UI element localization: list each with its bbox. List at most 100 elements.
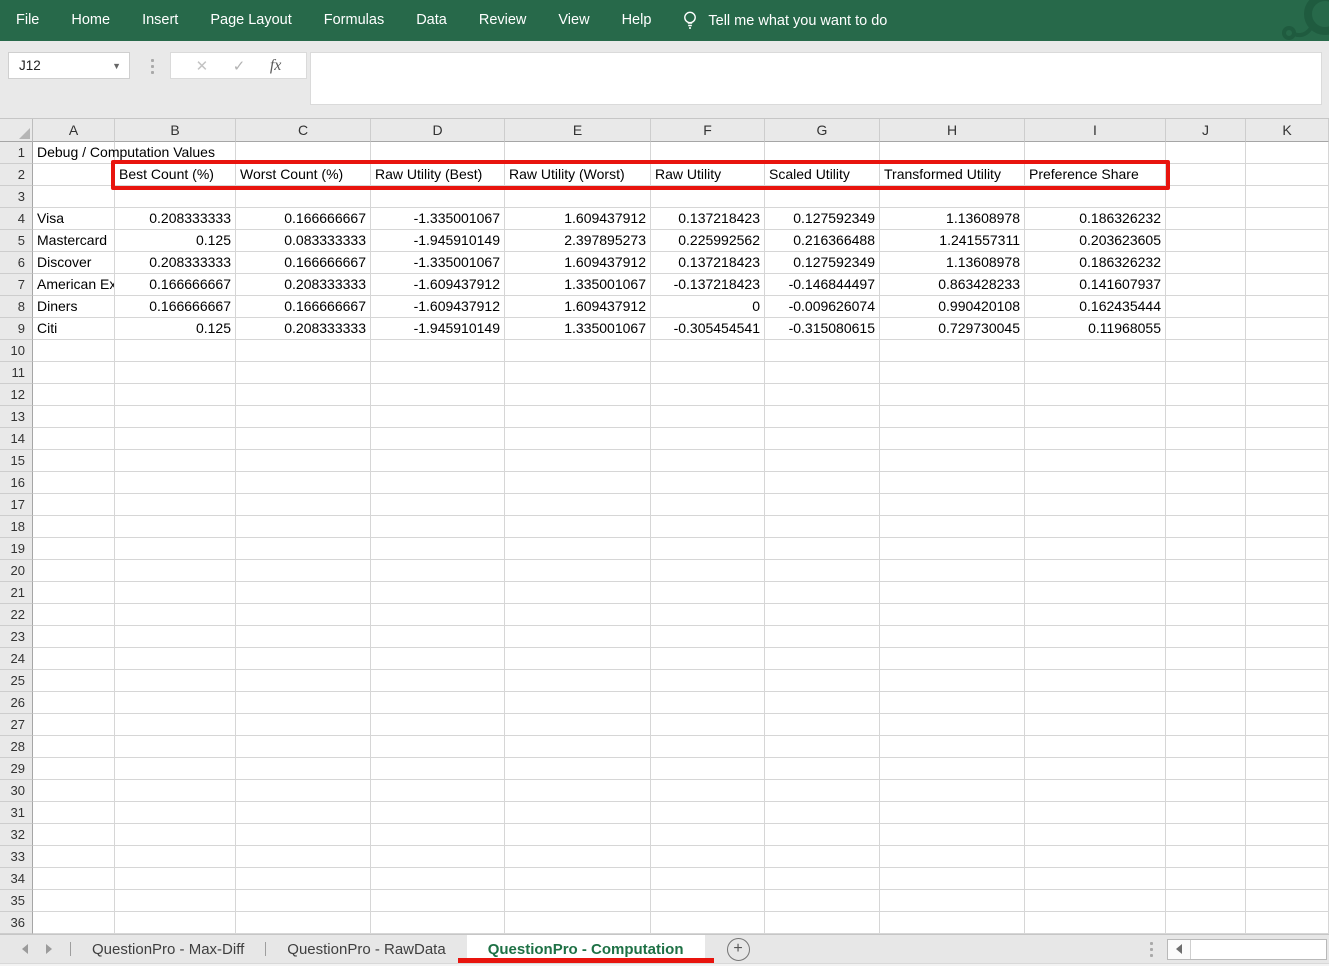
cell-I17[interactable] xyxy=(1025,494,1166,516)
cell-F11[interactable] xyxy=(651,362,765,384)
cell-D8[interactable]: -1.609437912 xyxy=(371,296,505,318)
cell-I32[interactable] xyxy=(1025,824,1166,846)
cell-I31[interactable] xyxy=(1025,802,1166,824)
row-header-1[interactable]: 1 xyxy=(0,142,33,164)
cell-G8[interactable]: -0.009626074 xyxy=(765,296,880,318)
cell-G29[interactable] xyxy=(765,758,880,780)
enter-icon[interactable]: ✓ xyxy=(233,57,246,75)
cell-B4[interactable]: 0.208333333 xyxy=(115,208,236,230)
cell-E9[interactable]: 1.335001067 xyxy=(505,318,651,340)
cell-F5[interactable]: 0.225992562 xyxy=(651,230,765,252)
cell-D5[interactable]: -1.945910149 xyxy=(371,230,505,252)
cell-E20[interactable] xyxy=(505,560,651,582)
cell-G36[interactable] xyxy=(765,912,880,934)
sheet-tab-2[interactable]: QuestionPro - RawData xyxy=(266,935,466,963)
cell-B19[interactable] xyxy=(115,538,236,560)
cell-K9[interactable] xyxy=(1246,318,1329,340)
cell-D29[interactable] xyxy=(371,758,505,780)
cell-D20[interactable] xyxy=(371,560,505,582)
cell-J8[interactable] xyxy=(1166,296,1246,318)
cell-F10[interactable] xyxy=(651,340,765,362)
cell-G31[interactable] xyxy=(765,802,880,824)
cell-A17[interactable] xyxy=(33,494,115,516)
cell-G21[interactable] xyxy=(765,582,880,604)
cell-D17[interactable] xyxy=(371,494,505,516)
cell-K29[interactable] xyxy=(1246,758,1329,780)
cell-F33[interactable] xyxy=(651,846,765,868)
menu-view[interactable]: View xyxy=(542,0,605,41)
cell-G32[interactable] xyxy=(765,824,880,846)
cell-A18[interactable] xyxy=(33,516,115,538)
scrollbar-track[interactable] xyxy=(1191,940,1326,959)
cell-J28[interactable] xyxy=(1166,736,1246,758)
cell-J34[interactable] xyxy=(1166,868,1246,890)
cell-G12[interactable] xyxy=(765,384,880,406)
row-header-13[interactable]: 13 xyxy=(0,406,33,428)
cell-A1[interactable]: Debug / Computation Values xyxy=(33,142,115,164)
cell-K20[interactable] xyxy=(1246,560,1329,582)
cell-D13[interactable] xyxy=(371,406,505,428)
cell-H2[interactable]: Transformed Utility xyxy=(880,164,1025,186)
cell-C20[interactable] xyxy=(236,560,371,582)
cell-B27[interactable] xyxy=(115,714,236,736)
new-sheet-button[interactable]: + xyxy=(727,938,750,961)
select-all-corner[interactable] xyxy=(0,119,33,142)
cell-C6[interactable]: 0.166666667 xyxy=(236,252,371,274)
cell-E8[interactable]: 1.609437912 xyxy=(505,296,651,318)
cell-A28[interactable] xyxy=(33,736,115,758)
cell-H26[interactable] xyxy=(880,692,1025,714)
cell-E11[interactable] xyxy=(505,362,651,384)
cell-K13[interactable] xyxy=(1246,406,1329,428)
cell-F12[interactable] xyxy=(651,384,765,406)
cell-K5[interactable] xyxy=(1246,230,1329,252)
cell-E5[interactable]: 2.397895273 xyxy=(505,230,651,252)
cell-F6[interactable]: 0.137218423 xyxy=(651,252,765,274)
cell-G22[interactable] xyxy=(765,604,880,626)
cell-J27[interactable] xyxy=(1166,714,1246,736)
cell-C7[interactable]: 0.208333333 xyxy=(236,274,371,296)
cell-K15[interactable] xyxy=(1246,450,1329,472)
cell-B10[interactable] xyxy=(115,340,236,362)
cell-B31[interactable] xyxy=(115,802,236,824)
cell-I11[interactable] xyxy=(1025,362,1166,384)
cell-F35[interactable] xyxy=(651,890,765,912)
cell-A19[interactable] xyxy=(33,538,115,560)
row-header-8[interactable]: 8 xyxy=(0,296,33,318)
cell-G25[interactable] xyxy=(765,670,880,692)
cell-H1[interactable] xyxy=(880,142,1025,164)
cell-G9[interactable]: -0.315080615 xyxy=(765,318,880,340)
cell-E29[interactable] xyxy=(505,758,651,780)
cell-J17[interactable] xyxy=(1166,494,1246,516)
cell-E31[interactable] xyxy=(505,802,651,824)
cell-I25[interactable] xyxy=(1025,670,1166,692)
cell-J12[interactable] xyxy=(1166,384,1246,406)
cell-C10[interactable] xyxy=(236,340,371,362)
sheet-tab-1[interactable]: QuestionPro - Max-Diff xyxy=(71,935,265,963)
cell-J13[interactable] xyxy=(1166,406,1246,428)
cell-D33[interactable] xyxy=(371,846,505,868)
cell-J15[interactable] xyxy=(1166,450,1246,472)
cell-D31[interactable] xyxy=(371,802,505,824)
cell-F28[interactable] xyxy=(651,736,765,758)
cell-A31[interactable] xyxy=(33,802,115,824)
cell-D10[interactable] xyxy=(371,340,505,362)
cell-G14[interactable] xyxy=(765,428,880,450)
cell-J11[interactable] xyxy=(1166,362,1246,384)
cell-G10[interactable] xyxy=(765,340,880,362)
cell-A25[interactable] xyxy=(33,670,115,692)
cell-C22[interactable] xyxy=(236,604,371,626)
cell-B23[interactable] xyxy=(115,626,236,648)
cell-F8[interactable]: 0 xyxy=(651,296,765,318)
cell-D18[interactable] xyxy=(371,516,505,538)
cell-D14[interactable] xyxy=(371,428,505,450)
cell-H25[interactable] xyxy=(880,670,1025,692)
cell-B5[interactable]: 0.125 xyxy=(115,230,236,252)
cell-H13[interactable] xyxy=(880,406,1025,428)
row-header-29[interactable]: 29 xyxy=(0,758,33,780)
cell-J14[interactable] xyxy=(1166,428,1246,450)
cell-I30[interactable] xyxy=(1025,780,1166,802)
cell-I2[interactable]: Preference Share xyxy=(1025,164,1166,186)
row-header-31[interactable]: 31 xyxy=(0,802,33,824)
cell-A15[interactable] xyxy=(33,450,115,472)
row-header-9[interactable]: 9 xyxy=(0,318,33,340)
